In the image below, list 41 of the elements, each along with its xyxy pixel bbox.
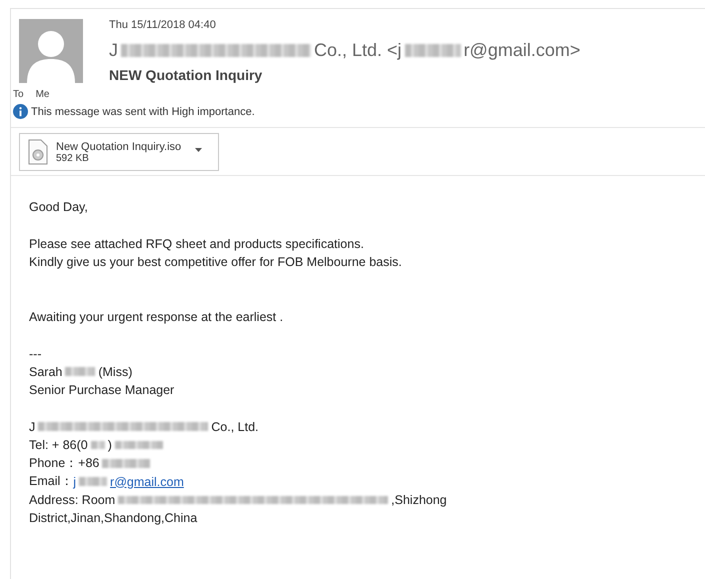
redaction-mark (65, 367, 96, 376)
text-fragment: Phone：+86 (29, 454, 100, 472)
text-fragment: Tel: + 86(0 (29, 438, 88, 452)
text-fragment: r@gmail.com (110, 474, 184, 489)
avatar-icon (19, 19, 83, 83)
attachment-size: 592 KB (56, 152, 90, 164)
text-fragment: J (29, 420, 36, 434)
email-link[interactable]: j r@gmail.com (73, 474, 184, 489)
text-fragment: j (73, 474, 76, 489)
attachment-card[interactable]: New Quotation Inquiry.iso 592 KB (19, 133, 219, 171)
text-fragment: --- (29, 346, 42, 361)
text-fragment: ) (108, 438, 112, 452)
subject-title: NEW Quotation Inquiry (109, 67, 264, 83)
redaction-mark (102, 458, 150, 468)
redaction-mark (114, 440, 163, 450)
caret-icon[interactable] (195, 148, 202, 152)
text-fragment: Kindly give us your best competitive offer for FOB Melbourne basis. (29, 255, 402, 270)
text-fragment: Address: Room (29, 492, 116, 507)
recipient-name: Me (36, 89, 50, 100)
text-fragment: Senior Purchase Manager (29, 383, 174, 398)
disc-file-icon (28, 139, 48, 165)
redaction-mark (404, 44, 461, 57)
text-fragment: Good Day, (29, 200, 88, 214)
sent-date: Thu 15/11/2018 04:40 (109, 19, 217, 31)
text-fragment: Please see attached RFQ sheet and products specifications. (29, 236, 364, 251)
text-fragment: Email： (29, 473, 74, 488)
to-label: To (13, 89, 24, 100)
text-fragment: r@gmail.com> (464, 40, 580, 61)
text-fragment: District,Jinan,Shandong,China (29, 511, 198, 526)
importance-notice: This message was sent with High importance. (31, 106, 255, 118)
info-icon (13, 104, 28, 119)
redaction-mark (79, 477, 108, 486)
text-fragment: (Miss) (98, 364, 132, 379)
text-fragment: Co., Ltd. <j (314, 40, 402, 61)
text-fragment: Sarah (29, 364, 62, 379)
redaction-mark (90, 440, 105, 450)
text-fragment: ,Shizhong (391, 492, 447, 507)
text-fragment: Co., Ltd. (211, 420, 258, 434)
text-fragment: Awaiting your urgent response at the earliest . (29, 310, 284, 324)
attachment-name: New Quotation Inquiry.iso (56, 140, 182, 152)
text-fragment: J (109, 40, 118, 61)
